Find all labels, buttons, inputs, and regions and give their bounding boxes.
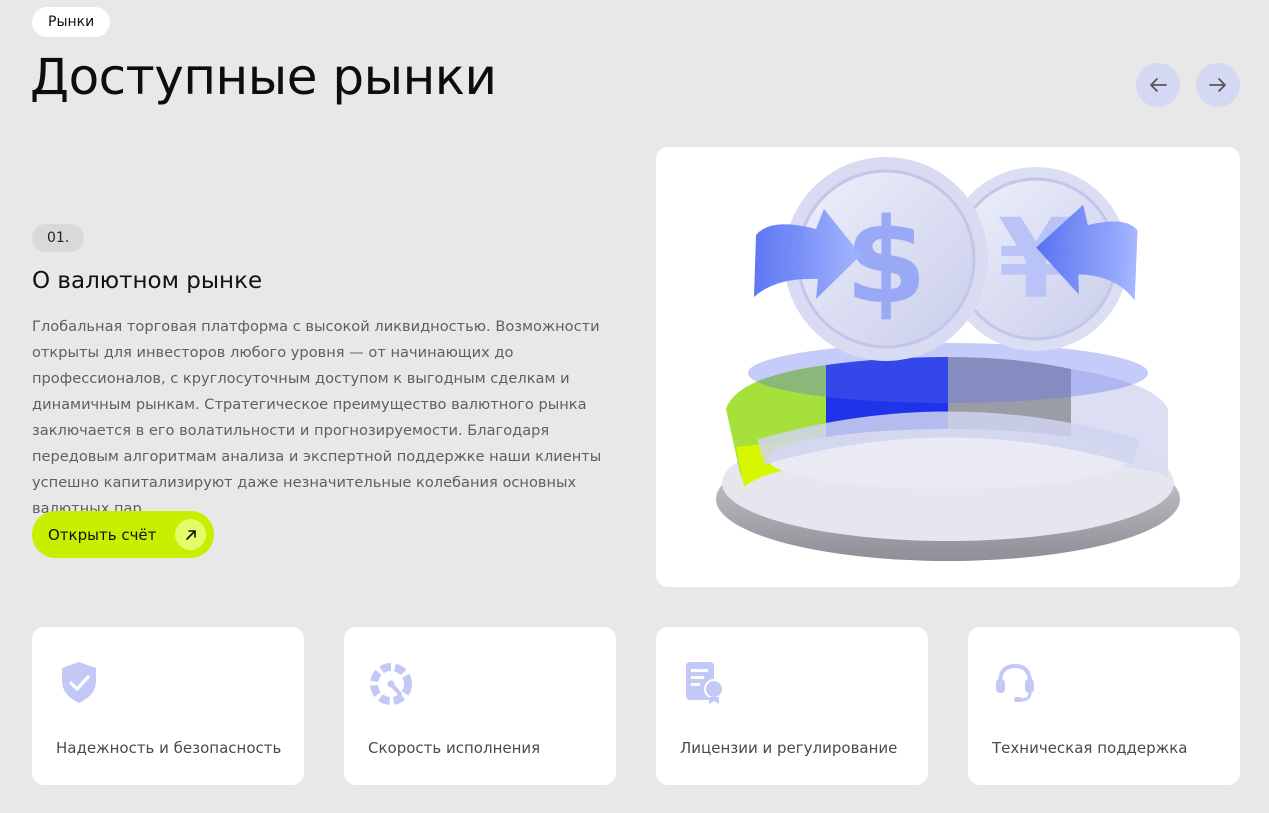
svg-text:$: $ [845, 192, 927, 330]
arrow-up-right-icon [175, 519, 206, 550]
arrow-right-icon [1209, 78, 1226, 92]
feature-card-support[interactable]: Техническая поддержка [968, 627, 1240, 785]
feature-label: Скорость исполнения [368, 739, 541, 757]
feature-label: Надежность и безопасность [56, 739, 282, 757]
feature-card-speed[interactable]: Скорость исполнения [344, 627, 616, 785]
open-account-button[interactable]: Открыть счёт [32, 511, 214, 558]
currency-exchange-illustration: ¥ $ [656, 147, 1240, 587]
arrow-left-icon [1150, 78, 1167, 92]
carousel-prev-button[interactable] [1136, 63, 1180, 107]
shield-check-icon [62, 662, 96, 703]
slide-description: Глобальная торговая платформа с высокой … [32, 318, 602, 517]
slide-title: О валютном рынке [32, 268, 263, 294]
feature-card-licenses[interactable]: Лицензии и регулирование [656, 627, 928, 785]
slide-number: 01. [32, 224, 85, 252]
feature-label: Техническая поддержка [992, 739, 1188, 757]
page-title: Доступные рынки [30, 48, 497, 106]
feature-card-reliability[interactable]: Надежность и безопасность [32, 627, 304, 785]
certificate-icon [686, 662, 724, 704]
breadcrumb-chip[interactable]: Рынки [32, 7, 111, 37]
speedometer-icon [370, 663, 412, 705]
carousel-next-button[interactable] [1196, 63, 1240, 107]
headset-icon [996, 663, 1034, 702]
feature-label: Лицензии и регулирование [680, 739, 898, 757]
open-account-label: Открыть счёт [48, 525, 157, 544]
